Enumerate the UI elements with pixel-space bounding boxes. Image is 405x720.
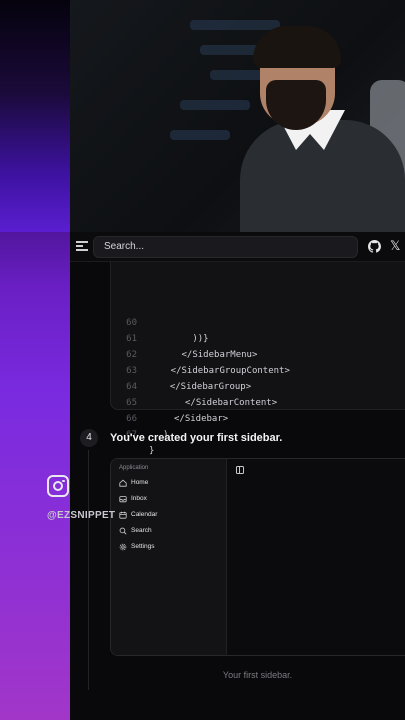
menu-icon[interactable]: [76, 241, 88, 253]
code-line: 64 </SidebarContent>: [111, 363, 405, 408]
sidebar-item-label: Calendar: [131, 511, 158, 518]
github-icon[interactable]: [368, 240, 381, 253]
webcam-overlay: [70, 0, 405, 232]
sidebar-item-home[interactable]: Home: [119, 477, 219, 489]
sidebar-item-calendar[interactable]: Calendar: [119, 509, 219, 521]
inbox-icon: [119, 496, 127, 503]
sidebar-item-label: Settings: [131, 543, 155, 550]
sidebar-group-label: Application: [119, 465, 149, 471]
code-line: 60 ))}: [111, 299, 405, 344]
step-connector-line: [88, 450, 89, 690]
home-icon: [119, 479, 127, 487]
left-gradient-strip-top: [0, 0, 70, 232]
search-input[interactable]: Search...: [93, 236, 358, 258]
code-line: 66 ): [111, 395, 405, 440]
calendar-icon: [119, 511, 127, 519]
blurred-code-line: [190, 20, 280, 30]
settings-icon: [119, 543, 127, 551]
video-frame: Search... 𝕏 60 ))} 61 </SidebarMenu> 62 …: [0, 0, 405, 720]
sidebar-item-label: Inbox: [131, 495, 147, 502]
sidebar-preview: Application Home Inbox Calendar Search S…: [110, 458, 405, 656]
code-line: 61 </SidebarMenu>: [111, 315, 405, 360]
sidebar-item-label: Search: [131, 527, 152, 534]
code-line: 67 }: [111, 411, 405, 456]
sidebar-item-search[interactable]: Search: [119, 525, 219, 537]
sidebar-item-label: Home: [131, 479, 149, 486]
preview-sidebar: Application Home Inbox Calendar Search S…: [111, 459, 227, 655]
top-bar: Search... 𝕏: [70, 232, 405, 262]
blurred-code-line: [170, 130, 230, 140]
sidebar-toggle-icon[interactable]: [236, 466, 244, 474]
presenter-hair: [253, 26, 341, 68]
code-line: 65 </Sidebar>: [111, 379, 405, 424]
social-handle: @EZSNIPPET: [47, 510, 116, 521]
code-block: 60 ))} 61 </SidebarMenu> 62 </SidebarGro…: [110, 262, 405, 456]
search-icon: [119, 527, 127, 535]
sidebar-item-settings[interactable]: Settings: [119, 541, 219, 553]
code-text: }: [149, 446, 155, 456]
step-number-badge: 4: [80, 429, 98, 447]
preview-caption: Your first sidebar.: [222, 670, 293, 680]
x-icon[interactable]: 𝕏: [390, 239, 400, 253]
step-title: You've created your first sidebar.: [110, 432, 283, 444]
code-line: 63 </SidebarGroup>: [111, 347, 405, 392]
code-line: 62 </SidebarGroupContent>: [111, 331, 405, 376]
blurred-code-line: [180, 100, 250, 110]
sidebar-item-inbox[interactable]: Inbox: [119, 493, 219, 505]
instagram-icon: [47, 475, 69, 497]
docs-app: Search... 𝕏 60 ))} 61 </SidebarMenu> 62 …: [70, 232, 405, 720]
